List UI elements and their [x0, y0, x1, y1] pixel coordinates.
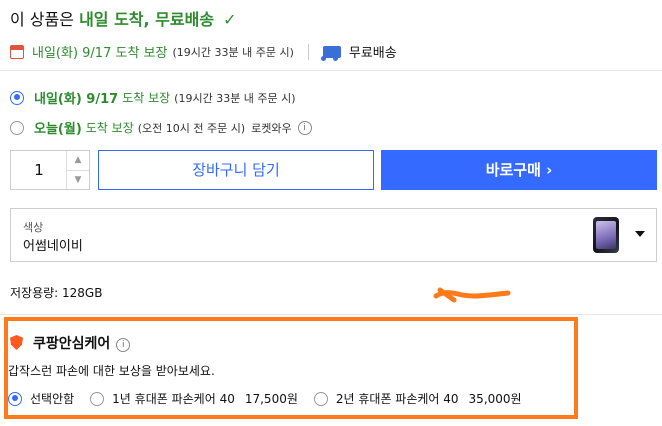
storage-label: 저장용량: 128GB	[10, 286, 103, 300]
delivery-option-tomorrow[interactable]: 내일(화) 9/17 도착 보장 (19시간 33분 내 주문 시)	[10, 88, 296, 107]
care-option-2year[interactable]: 2년 휴대폰 파손케어 40 35,000원	[313, 390, 522, 407]
truck-icon	[320, 45, 341, 61]
option-date: 내일(화) 9/17	[34, 92, 119, 107]
decrease-icon[interactable]: ▼	[67, 171, 89, 190]
delivery-option-today[interactable]: 오늘(월) 도착 보장 (오전 10시 전 주문 시) 로켓와우 i	[10, 118, 312, 137]
info-icon[interactable]: i	[116, 338, 131, 352]
radio-unselected-icon[interactable]	[90, 391, 105, 406]
headline-prefix: 이 상품은	[10, 10, 74, 29]
care-option-1year[interactable]: 1년 휴대폰 파손케어 40 17,500원	[90, 390, 298, 407]
option-label: 도착 보장	[85, 121, 134, 135]
delivery-headline: 이 상품은 내일 도착, 무료배송 ✓	[10, 6, 237, 30]
care-option-price: 17,500원	[244, 392, 298, 406]
annotation-arrow-mark	[433, 287, 511, 303]
section-divider	[0, 314, 662, 315]
care-option-label: 1년 휴대폰 파손케어 40	[112, 392, 235, 406]
care-title: 쿠팡안심케어 i	[33, 333, 131, 353]
care-option-price: 35,000원	[468, 392, 522, 406]
care-title-text: 쿠팡안심케어	[33, 336, 111, 352]
care-option-label: 2년 휴대폰 파손케어 40	[335, 392, 459, 406]
info-icon[interactable]: i	[297, 120, 312, 135]
delivery-date: 내일(화) 9/17 도착 보장	[32, 46, 168, 61]
divider	[307, 43, 309, 60]
quantity-stepper[interactable]: 1 ▲ ▼	[10, 150, 90, 190]
option-note: (19시간 33분 내 주문 시)	[174, 91, 296, 105]
product-thumbnail	[593, 217, 619, 253]
increase-icon[interactable]: ▲	[67, 151, 89, 171]
quantity-buttons: ▲ ▼	[66, 151, 89, 189]
care-option-label: 선택안함	[30, 392, 75, 406]
care-description: 갑작스런 파손에 대한 보상을 받아보세요.	[8, 364, 215, 378]
radio-selected-icon[interactable]	[10, 90, 24, 105]
caret-down-icon[interactable]	[635, 231, 645, 237]
radio-selected-icon[interactable]	[8, 391, 22, 406]
buy-now-button[interactable]: 바로구매 ›	[381, 150, 657, 190]
add-to-cart-button[interactable]: 장바구니 담기	[98, 150, 374, 190]
radio-unselected-icon[interactable]	[10, 120, 24, 135]
color-select-value: 어썸네이비	[23, 239, 83, 254]
color-select-label: 색상	[23, 221, 44, 234]
rocket-wow-label: 로켓와우	[251, 121, 292, 135]
shipping-label: 무료배송	[348, 46, 397, 61]
color-select[interactable]: 색상 어썸네이비	[10, 208, 657, 262]
check-icon: ✓	[223, 10, 237, 29]
section-divider	[0, 70, 662, 71]
option-label: 도착 보장	[122, 91, 171, 105]
delivery-info-row: 내일(화) 9/17 도착 보장 (19시간 33분 내 주문 시) 무료배송	[10, 42, 397, 61]
delivery-note: (19시간 33분 내 주문 시)	[172, 45, 294, 59]
calendar-icon	[10, 44, 24, 59]
headline-highlight: 내일 도착, 무료배송	[79, 10, 215, 29]
quantity-value[interactable]: 1	[11, 151, 67, 189]
radio-unselected-icon[interactable]	[313, 391, 328, 406]
option-date: 오늘(월)	[34, 122, 82, 137]
care-option-none[interactable]: 선택안함	[8, 390, 74, 407]
care-options: 선택안함 1년 휴대폰 파손케어 40 17,500원 2년 휴대폰 파손케어 …	[8, 390, 538, 407]
option-note: (오전 10시 전 주문 시)	[137, 121, 246, 135]
